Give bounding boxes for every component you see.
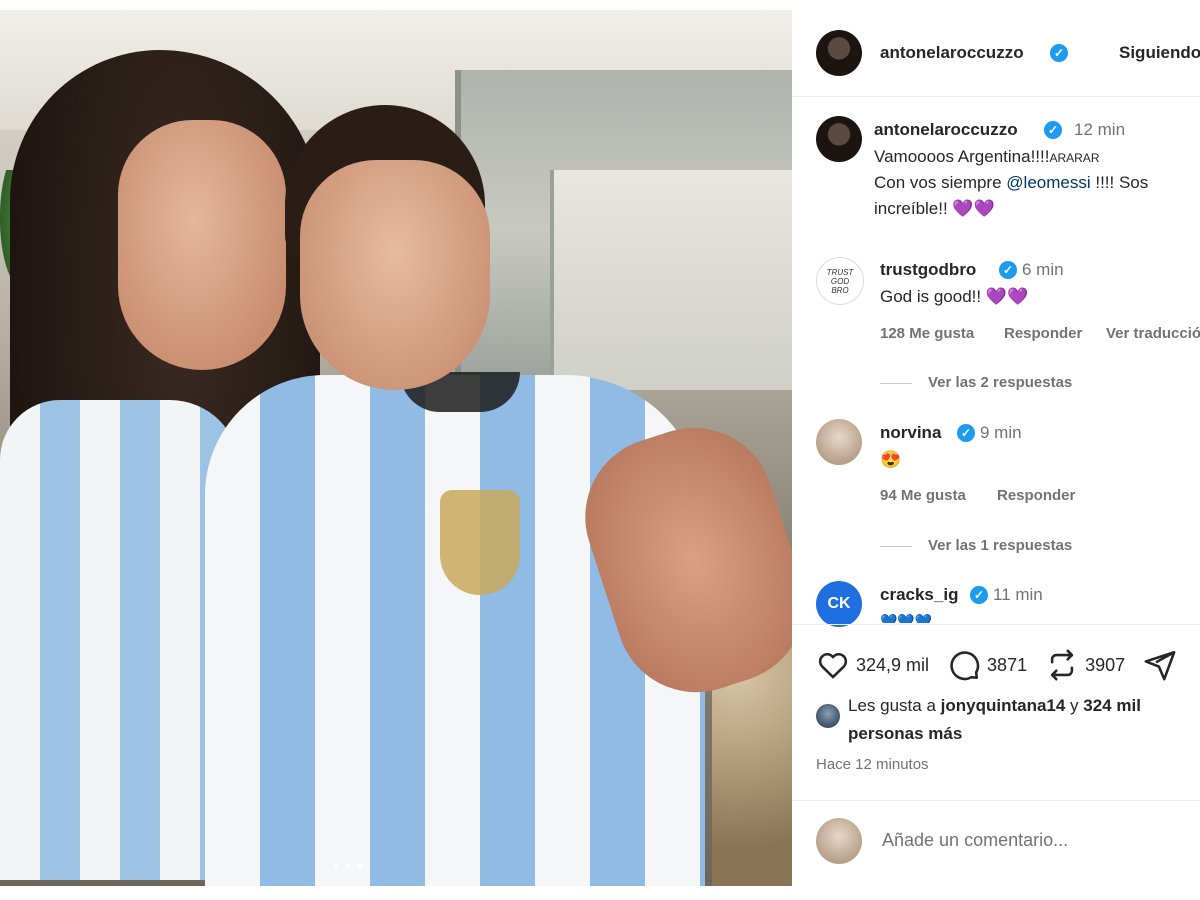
comment-text: 💙💙💙 — [880, 613, 933, 623]
repost-icon[interactable] — [1045, 648, 1079, 682]
author-username[interactable]: antonelaroccuzzo — [880, 43, 1024, 63]
carousel-dot[interactable] — [333, 863, 339, 869]
replies-line — [880, 545, 912, 547]
like-action: 324,9 mil — [816, 648, 929, 682]
comments-count[interactable]: 3871 — [987, 655, 1027, 676]
author-avatar[interactable] — [816, 30, 862, 76]
liked-by-others-suffix[interactable]: personas más — [848, 724, 962, 743]
comment-avatar[interactable]: CK — [816, 581, 862, 627]
verified-icon: ✓ — [1050, 44, 1068, 62]
comment-action: 3871 — [947, 648, 1027, 682]
likes-count[interactable]: 324,9 mil — [856, 655, 929, 676]
liked-by-avatar[interactable] — [816, 704, 840, 728]
verified-icon: ✓ — [970, 586, 988, 604]
view-replies-button[interactable]: Ver las 1 respuestas — [880, 537, 1072, 554]
post-timestamp[interactable]: Hace 12 minutos — [816, 756, 929, 773]
comment-avatar[interactable] — [816, 419, 862, 465]
share-icon[interactable] — [1143, 648, 1177, 682]
caption-text: !!!! Sos — [1090, 173, 1149, 192]
comment-likes[interactable]: 94 Me gusta — [880, 487, 966, 504]
caption-line-1: Vamoooos Argentina!!!!ARARAR — [874, 144, 1099, 171]
add-comment-input[interactable]: Añade un comentario... — [882, 830, 1068, 851]
caption-text: Con vos siempre — [874, 173, 1007, 192]
view-replies-label: Ver las 2 respuestas — [928, 374, 1073, 391]
mention-link[interactable]: @leomessi — [1006, 173, 1090, 192]
reply-button[interactable]: Responder — [997, 487, 1075, 504]
comment-time[interactable]: 9 min — [980, 423, 1022, 443]
photo-woman-shirt — [0, 400, 240, 880]
caption-avatar[interactable] — [816, 116, 862, 162]
comment-icon[interactable] — [947, 648, 981, 682]
share-action — [1143, 648, 1177, 682]
caption-suffix: ARARAR — [1049, 151, 1100, 165]
post-photo[interactable] — [0, 10, 792, 886]
caption-line-2: Con vos siempre @leomessi !!!! Sos — [874, 170, 1148, 196]
replies-line — [880, 382, 912, 384]
post-dialog: antonelaroccuzzo ✓ Siguiendo antonelaroc… — [0, 0, 1200, 900]
caption-text: Vamoooos Argentina!!!! — [874, 147, 1050, 166]
view-replies-button[interactable]: Ver las 2 respuestas — [880, 374, 1072, 391]
comment-username[interactable]: norvina — [880, 423, 941, 443]
caption-line-3: increíble!! 💜💜 — [874, 199, 995, 218]
liked-by-others[interactable]: 324 mil — [1083, 696, 1141, 715]
post-header: antonelaroccuzzo ✓ Siguiendo — [792, 10, 1200, 97]
carousel-indicator — [333, 863, 363, 869]
comment-text: 😍 — [880, 450, 902, 469]
caption-username[interactable]: antonelaroccuzzo — [874, 120, 1018, 140]
view-replies-label: Ver las 1 respuestas — [928, 537, 1073, 554]
verified-icon: ✓ — [957, 424, 975, 442]
verified-icon: ✓ — [1044, 121, 1062, 139]
liked-by-text: Les gusta a jonyquintana14 y 324 mil pers… — [848, 692, 1141, 748]
translate-button[interactable]: Ver traducción — [1106, 325, 1200, 342]
divider — [792, 800, 1200, 801]
carousel-dot[interactable] — [345, 863, 351, 869]
divider — [792, 624, 1200, 625]
carousel-dot-active[interactable] — [357, 863, 363, 869]
liked-by-user[interactable]: jonyquintana14 — [941, 696, 1066, 715]
liked-by-prefix: Les gusta a — [848, 696, 941, 715]
comment-username[interactable]: cracks_ig — [880, 585, 958, 605]
heart-icon[interactable] — [816, 648, 850, 682]
verified-icon: ✓ — [999, 261, 1017, 279]
comment-time[interactable]: 11 min — [993, 585, 1043, 605]
trustgodbro-logo: TRUST GOD BRO — [826, 267, 854, 295]
photo-fifa-badge — [440, 490, 520, 595]
following-button[interactable]: Siguiendo — [1119, 43, 1200, 63]
caption-time[interactable]: 12 min — [1074, 120, 1125, 140]
cracks-logo: CK — [827, 595, 851, 612]
comment-avatar[interactable]: TRUST GOD BRO — [816, 257, 864, 305]
photo-window-inner — [550, 170, 792, 390]
comment-likes[interactable]: 128 Me gusta — [880, 325, 974, 342]
post-panel: antonelaroccuzzo ✓ Siguiendo antonelaroc… — [792, 10, 1200, 886]
photo-boy-face — [300, 160, 490, 390]
repost-action: 3907 — [1045, 648, 1125, 682]
comment-text: God is good!! 💜💜 — [880, 287, 1029, 306]
comment-username[interactable]: trustgodbro — [880, 260, 976, 280]
action-bar: 324,9 mil 3871 3907 — [816, 648, 1195, 682]
photo-woman-face — [118, 120, 286, 370]
current-user-avatar — [816, 818, 862, 864]
reply-button[interactable]: Responder — [1004, 325, 1082, 342]
liked-by-middle: y — [1065, 696, 1084, 715]
reposts-count[interactable]: 3907 — [1085, 655, 1125, 676]
comment-time[interactable]: 6 min — [1022, 260, 1064, 280]
